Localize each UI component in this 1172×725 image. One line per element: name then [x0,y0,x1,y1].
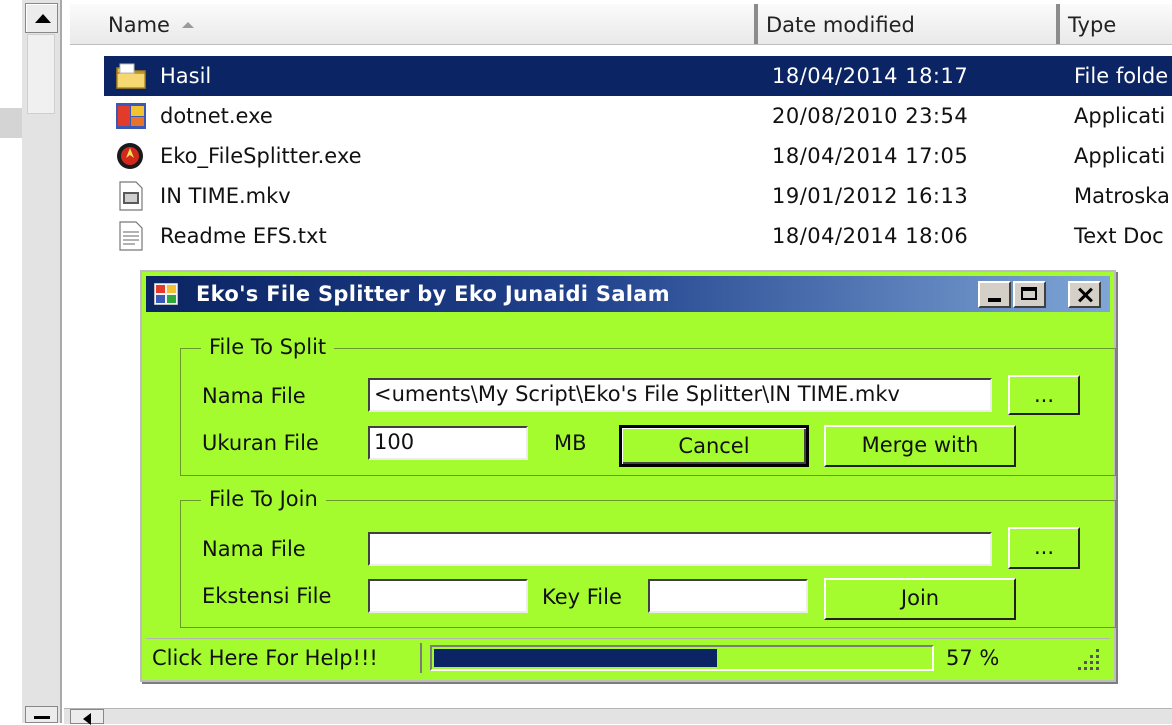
column-type-header[interactable]: Type [1060,4,1172,44]
column-type-label: Type [1068,13,1117,37]
file-date: 20/08/2010 23:54 [772,104,969,128]
file-type: Text Doc [1074,224,1164,248]
help-link[interactable]: Click Here For Help!!! [152,643,422,673]
join-browse-button[interactable]: ... [1008,527,1080,569]
scroll-down-button[interactable] [25,706,58,723]
file-type: Matroska [1074,184,1170,208]
join-file-input[interactable] [368,532,992,566]
file-row-eko-filesplitter[interactable]: Eko_FileSplitter.exe 18/04/2014 17:05 Ap… [104,136,1172,176]
scroll-thumb[interactable] [27,34,55,114]
scroll-left-button[interactable] [70,709,104,725]
file-name: Hasil [160,64,212,88]
minimize-button[interactable] [978,281,1011,308]
file-date: 18/04/2014 18:17 [772,64,969,88]
file-name: Eko_FileSplitter.exe [160,144,362,168]
split-file-input[interactable]: <uments\My Script\Eko's File Splitter\IN… [368,378,992,412]
navigation-pane-edge [0,0,22,723]
size-input[interactable]: 100 [368,426,528,460]
file-row-in-time-mkv[interactable]: IN TIME.mkv 19/01/2012 16:13 Matroska [104,176,1172,216]
scroll-up-button[interactable] [25,3,58,33]
file-row-hasil[interactable]: Hasil 18/04/2014 18:17 File folde [104,56,1172,96]
text-file-icon [119,221,143,251]
join-group-legend: File To Join [201,486,326,512]
status-bar: Click Here For Help!!! 57 % [146,638,1110,677]
video-file-icon [119,181,143,211]
extension-input[interactable] [368,579,528,613]
file-date: 19/01/2012 16:13 [772,184,969,208]
sort-ascending-icon [181,22,194,28]
window-titlebar[interactable]: Eko's File Splitter by Eko Junaidi Salam [146,276,1110,312]
split-file-label: Nama File [202,384,306,408]
file-date: 18/04/2014 18:06 [772,224,969,248]
file-type: Applicati [1074,104,1166,128]
column-date-label: Date modified [766,13,915,37]
split-group-legend: File To Split [201,334,335,360]
resize-grip-icon[interactable] [1076,647,1102,671]
folder-icon [116,63,146,89]
key-file-label: Key File [542,585,622,609]
close-button[interactable] [1068,281,1101,308]
horizontal-scrollbar[interactable] [64,708,1172,725]
merge-with-button[interactable]: Merge with [824,425,1016,467]
file-date: 18/04/2014 17:05 [772,144,969,168]
installer-icon [116,103,146,129]
join-button[interactable]: Join [824,578,1016,620]
file-row-readme[interactable]: Readme EFS.txt 18/04/2014 18:06 Text Doc [104,216,1172,256]
app-icon [117,143,143,169]
column-header: Name Date modified Type [70,4,1172,45]
size-unit-label: MB [554,431,587,455]
column-name-label: Name [108,13,170,37]
maximize-button[interactable] [1013,281,1046,308]
extension-label: Ekstensi File [202,584,332,608]
progress-percent: 57 % [946,646,1000,670]
file-name: Readme EFS.txt [160,224,327,248]
file-name: dotnet.exe [160,104,273,128]
join-file-label: Nama File [202,537,306,561]
navigation-selected-item[interactable] [0,108,22,138]
split-browse-button[interactable]: ... [1008,375,1080,415]
file-row-dotnet[interactable]: dotnet.exe 20/08/2010 23:54 Applicati [104,96,1172,136]
window-app-icon [154,283,178,305]
file-type: Applicati [1074,144,1166,168]
vertical-scrollbar[interactable] [22,0,62,723]
file-splitter-window: Eko's File Splitter by Eko Junaidi Salam… [140,270,1116,682]
file-name: IN TIME.mkv [160,184,291,208]
window-title: Eko's File Splitter by Eko Junaidi Salam [196,282,670,306]
cancel-button[interactable]: Cancel [619,425,809,467]
file-type: File folde [1074,64,1169,88]
column-name-header[interactable]: Name [100,4,758,44]
key-file-input[interactable] [648,579,808,613]
column-date-header[interactable]: Date modified [758,4,1060,44]
progress-bar [430,645,934,671]
progress-fill [434,649,717,667]
size-label: Ukuran File [202,431,319,455]
